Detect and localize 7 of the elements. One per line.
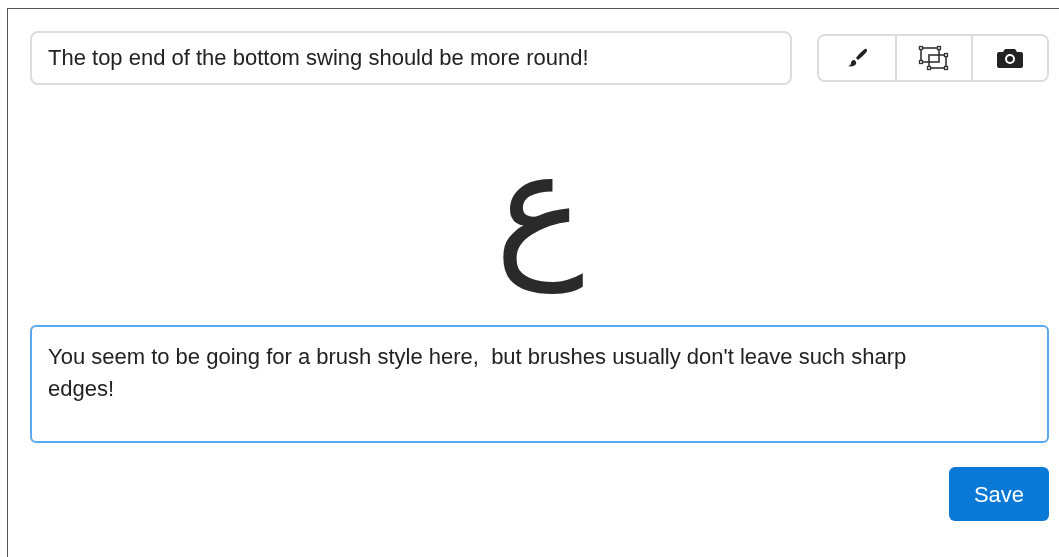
- selection-icon: [918, 45, 950, 71]
- comment-field[interactable]: You seem to be going for a brush style here, but brushes usually don't leave such sharp edges!: [30, 325, 1049, 443]
- camera-icon: [997, 47, 1023, 69]
- camera-tool-button[interactable]: [971, 36, 1047, 80]
- title-field[interactable]: The top end of the bottom swing should be more round!: [30, 31, 792, 85]
- save-button[interactable]: Save: [949, 467, 1049, 521]
- arabic-letter: ع: [494, 116, 585, 296]
